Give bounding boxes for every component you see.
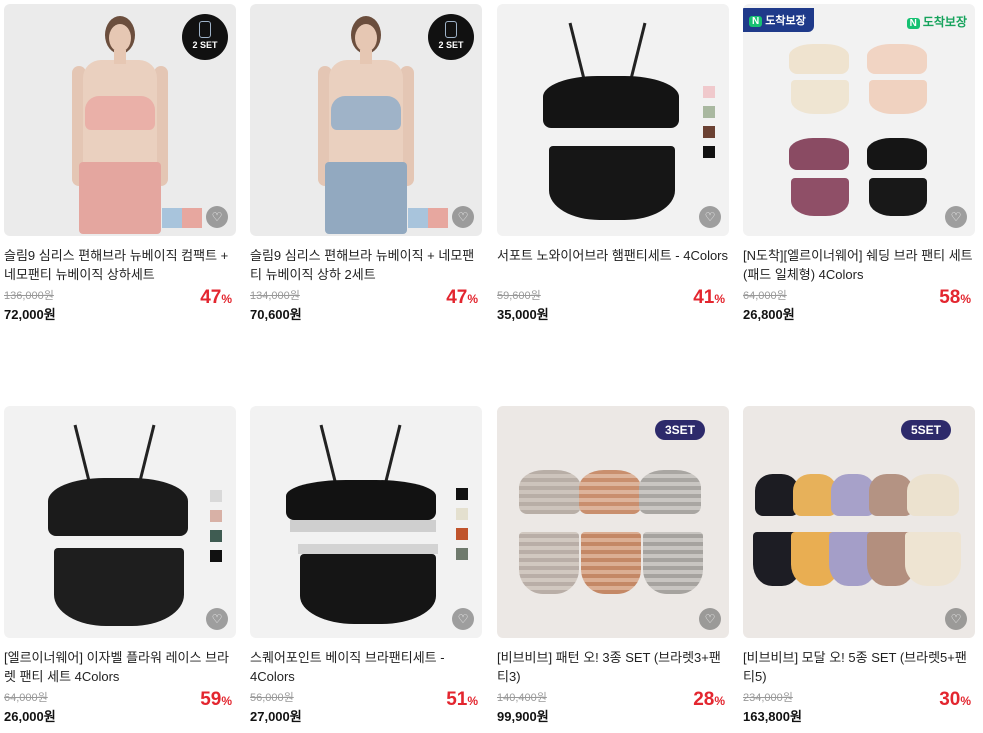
set-badge: 2 SET xyxy=(182,14,228,60)
color-chips xyxy=(162,208,202,228)
product-image[interactable]: 2 SET ♡ xyxy=(250,4,482,236)
panty-waistband xyxy=(298,544,438,554)
bralette xyxy=(579,470,641,514)
panty xyxy=(869,80,927,114)
discount-rate: 59% xyxy=(200,689,232,710)
product-card[interactable]: 2 SET ♡ 슬림9 심리스 편해브라 뉴베이직 + 네모팬티 뉴베이직 상하… xyxy=(250,4,482,322)
product-image[interactable]: ♡ xyxy=(250,406,482,638)
bra xyxy=(286,480,436,520)
product-title[interactable]: [비브비브] 모달 오! 5종 SET (브라렛5+팬티5) xyxy=(743,648,975,686)
product-image[interactable]: ♡ xyxy=(4,406,236,638)
model-neck xyxy=(360,50,372,64)
model-neck xyxy=(114,50,126,64)
heart-icon[interactable]: ♡ xyxy=(699,608,721,630)
panty xyxy=(791,178,849,216)
discount-rate: 51% xyxy=(446,689,478,710)
product-title[interactable]: [비브비브] 패턴 오! 3종 SET (브라렛3+팬티3) xyxy=(497,648,729,686)
bra xyxy=(543,76,679,128)
product-image[interactable]: 2 SET ♡ xyxy=(4,4,236,236)
heart-icon[interactable]: ♡ xyxy=(945,206,967,228)
price-row: 64,000원 26,800원 58% xyxy=(743,287,975,322)
product-image[interactable]: ♡ xyxy=(497,4,729,236)
panty xyxy=(905,532,961,586)
price-row: 64,000원 26,000원 59% xyxy=(4,689,236,724)
product-title[interactable]: 스퀘어포인트 베이직 브라팬티세트 - 4Colors xyxy=(250,648,482,686)
product-image[interactable]: N 도착보장 N 도착보장 ♡ xyxy=(743,4,975,236)
product-title[interactable]: 슬림9 심리스 편해브라 뉴베이직 컴팩트 + 네모팬티 뉴베이직 상하세트 xyxy=(4,246,236,284)
panty xyxy=(643,532,703,594)
discount-rate: 47% xyxy=(446,287,478,308)
product-image[interactable]: 3SET ♡ xyxy=(497,406,729,638)
price-row: 59,600원 35,000원 41% xyxy=(497,287,729,322)
heart-icon[interactable]: ♡ xyxy=(452,206,474,228)
product-card[interactable]: ♡ 서포트 노와이어브라 햄팬티세트 - 4Colors 59,600원 35,… xyxy=(497,4,729,322)
heart-icon[interactable]: ♡ xyxy=(699,206,721,228)
lace-bralette xyxy=(48,478,188,536)
discount-rate: 28% xyxy=(693,689,725,710)
price-row: 234,000원 163,800원 30% xyxy=(743,689,975,724)
bra xyxy=(867,44,927,74)
bralette xyxy=(907,474,959,516)
discount-rate: 30% xyxy=(939,689,971,710)
product-title[interactable]: [N도착][엘르이너웨어] 쉐딩 브라 팬티 세트 (패드 일체형) 4Colo… xyxy=(743,246,975,284)
product-title[interactable]: 서포트 노와이어브라 햄팬티세트 - 4Colors xyxy=(497,246,729,284)
product-image[interactable]: 5SET ♡ xyxy=(743,406,975,638)
set-icon xyxy=(199,21,211,38)
arrival-guarantee-label: N 도착보장 xyxy=(906,13,967,30)
bra xyxy=(867,138,927,170)
product-title[interactable]: 슬림9 심리스 편해브라 뉴베이직 + 네모팬티 뉴베이직 상하 2세트 xyxy=(250,246,482,284)
product-card[interactable]: 2 SET ♡ 슬림9 심리스 편해브라 뉴베이직 컴팩트 + 네모팬티 뉴베이… xyxy=(4,4,236,322)
panty xyxy=(869,178,927,216)
arrival-guarantee-badge: N 도착보장 xyxy=(743,8,814,32)
price-row: 140,400원 99,900원 28% xyxy=(497,689,729,724)
product-card[interactable]: 5SET ♡ [비브비브] 모달 오! 5종 SET (브라렛5+팬티5) 23… xyxy=(743,406,975,724)
lace-panty xyxy=(54,548,184,626)
color-swatches xyxy=(210,490,222,562)
product-card[interactable]: N 도착보장 N 도착보장 ♡ [N도착][엘르이너웨어] 쉐딩 브라 팬티 세트 … xyxy=(743,4,975,322)
heart-icon[interactable]: ♡ xyxy=(452,608,474,630)
panty xyxy=(300,554,436,624)
price-row: 56,000원 27,000원 51% xyxy=(250,689,482,724)
panty xyxy=(519,532,579,594)
bralette xyxy=(519,470,581,514)
bralette xyxy=(639,470,701,514)
boxer-panty xyxy=(325,162,407,234)
bra xyxy=(789,44,849,74)
discount-rate: 47% xyxy=(200,287,232,308)
price-row: 134,000원 70,600원 47% xyxy=(250,287,482,322)
bra xyxy=(331,96,401,130)
heart-icon[interactable]: ♡ xyxy=(945,608,967,630)
bra-band xyxy=(290,520,436,532)
discount-rate: 41% xyxy=(693,287,725,308)
product-card[interactable]: ♡ 스퀘어포인트 베이직 브라팬티세트 - 4Colors 56,000원 27… xyxy=(250,406,482,724)
model-face xyxy=(355,24,377,52)
set-badge: 5SET xyxy=(900,420,951,440)
price-row: 136,000원 72,000원 47% xyxy=(4,287,236,322)
set-icon xyxy=(445,21,457,38)
heart-icon[interactable]: ♡ xyxy=(206,206,228,228)
bra xyxy=(789,138,849,170)
product-card[interactable]: 3SET ♡ [비브비브] 패턴 오! 3종 SET (브라렛3+팬티3) 14… xyxy=(497,406,729,724)
heart-icon[interactable]: ♡ xyxy=(206,608,228,630)
product-card[interactable]: ♡ [엘르이너웨어] 이자벨 플라워 레이스 브라렛 팬티 세트 4Colors… xyxy=(4,406,236,724)
model-face xyxy=(109,24,131,52)
set-badge: 2 SET xyxy=(428,14,474,60)
discount-rate: 58% xyxy=(939,287,971,308)
color-swatches xyxy=(703,86,715,158)
product-title[interactable]: [엘르이너웨어] 이자벨 플라워 레이스 브라렛 팬티 세트 4Colors xyxy=(4,648,236,686)
panty xyxy=(581,532,641,594)
color-chips xyxy=(408,208,448,228)
panty xyxy=(549,146,675,220)
color-swatches xyxy=(456,488,468,560)
boxer-panty xyxy=(79,162,161,234)
panty xyxy=(791,80,849,114)
set-badge: 3SET xyxy=(654,420,705,440)
bra xyxy=(85,96,155,130)
